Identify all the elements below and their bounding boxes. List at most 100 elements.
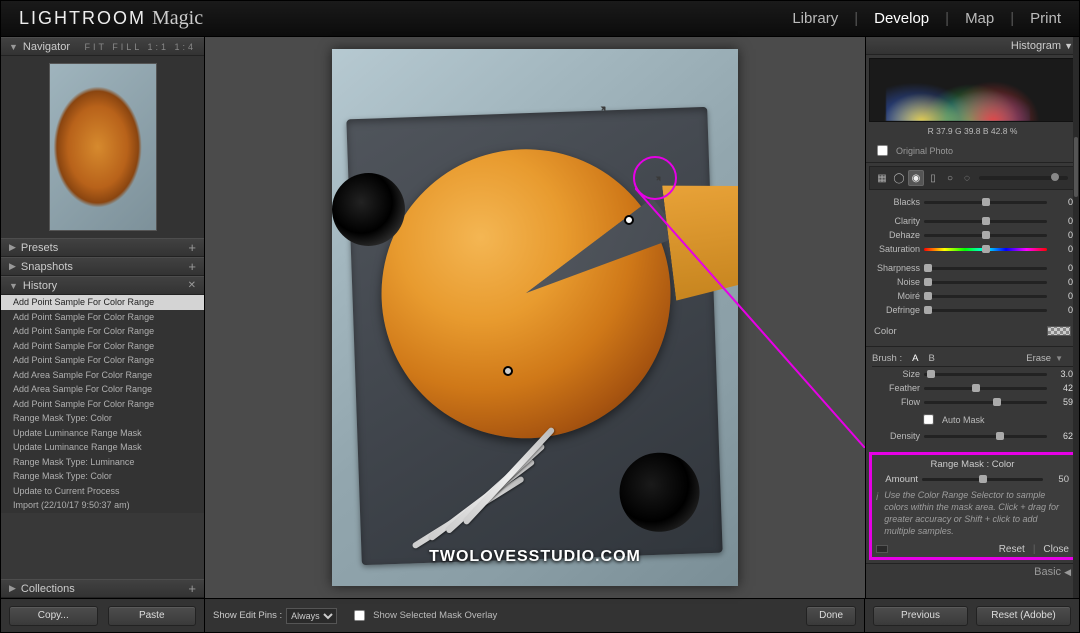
presets-header[interactable]: ▶ Presets +: [1, 238, 204, 257]
history-item[interactable]: Add Area Sample For Color Range: [1, 382, 204, 397]
history-item[interactable]: Range Mask Type: Color: [1, 411, 204, 426]
brush-erase-tab[interactable]: Erase: [1026, 353, 1051, 364]
history-item[interactable]: Add Point Sample For Color Range: [1, 324, 204, 339]
history-item[interactable]: Add Area Sample For Color Range: [1, 368, 204, 383]
module-library[interactable]: Library: [792, 10, 838, 27]
module-print[interactable]: Print: [1030, 10, 1061, 27]
sharpness-slider[interactable]: Sharpness0: [872, 261, 1073, 275]
snapshots-title: Snapshots: [21, 261, 73, 273]
range-color-swatch[interactable]: [876, 545, 888, 553]
navigator-header[interactable]: ▼ Navigator FIT FILL 1:1 1:4: [1, 37, 204, 56]
show-overlay-checkbox[interactable]: Show Selected Mask Overlay: [349, 606, 497, 625]
original-photo-checkbox[interactable]: [877, 145, 888, 156]
moire-slider[interactable]: Moiré0: [872, 289, 1073, 303]
color-sample-icon[interactable]: [601, 105, 608, 112]
history-item[interactable]: Add Point Sample For Color Range: [1, 339, 204, 354]
history-list: Add Point Sample For Color Range Add Poi…: [1, 295, 204, 513]
tool-density-slider[interactable]: [979, 176, 1068, 180]
original-photo-toggle[interactable]: Original Photo: [866, 139, 1079, 163]
history-item[interactable]: Range Mask Type: Color: [1, 469, 204, 484]
spot-tool-icon[interactable]: ◯: [891, 170, 907, 186]
blacks-slider[interactable]: Blacks0: [872, 195, 1073, 209]
mask-toolbar: ▦ ◯ ◉ ▯ ○ ◌: [869, 166, 1076, 190]
auto-mask-checkbox[interactable]: Auto Mask: [918, 410, 1073, 429]
histogram-header[interactable]: Histogram ▼: [866, 37, 1079, 55]
crop-tool-icon[interactable]: ▦: [874, 170, 890, 186]
disclosure-triangle-icon: ▶: [9, 242, 16, 253]
right-scrollbar[interactable]: [1073, 37, 1079, 598]
add-collection-icon[interactable]: +: [188, 581, 196, 596]
histogram[interactable]: [869, 58, 1076, 122]
brush-b-tab[interactable]: B: [928, 353, 934, 364]
range-mask-panel: Range Mask : Color Amount 50 i Use the C…: [869, 452, 1076, 560]
redeye-tool-icon[interactable]: ◉: [908, 170, 924, 186]
module-develop[interactable]: Develop: [874, 10, 929, 27]
history-item[interactable]: Add Point Sample For Color Range: [1, 397, 204, 412]
module-picker: Library| Develop| Map| Print: [792, 10, 1061, 27]
disclosure-triangle-icon: ▶: [9, 583, 16, 594]
history-item[interactable]: Update to Current Process: [1, 484, 204, 499]
radial-tool-icon[interactable]: ○: [942, 170, 958, 186]
color-picker-row[interactable]: Color: [872, 322, 1073, 340]
right-panel: Histogram ▼ R 37.9 G 39.8 B 42.8 % Origi…: [865, 37, 1079, 598]
navigator-modes[interactable]: FIT FILL 1:1 1:4: [84, 42, 196, 52]
history-item[interactable]: Range Mask Type: Luminance: [1, 455, 204, 470]
photo-preview[interactable]: [332, 49, 738, 586]
presets-title: Presets: [21, 242, 58, 254]
brush-feather-slider[interactable]: Feather42: [872, 381, 1073, 395]
navigator-thumbnail[interactable]: [1, 56, 204, 238]
brush-density-slider[interactable]: Density62: [872, 429, 1073, 443]
done-button[interactable]: Done: [806, 606, 856, 626]
top-bar: LIGHTROOM Magic Library| Develop| Map| P…: [1, 1, 1079, 37]
previous-button[interactable]: Previous: [873, 606, 968, 626]
range-close-button[interactable]: Close: [1043, 544, 1069, 555]
range-mask-title[interactable]: Range Mask : Color: [876, 459, 1069, 470]
brush-a-tab[interactable]: A: [912, 353, 918, 364]
history-header[interactable]: ▼ History ✕: [1, 276, 204, 295]
clear-history-icon[interactable]: ✕: [188, 280, 196, 291]
show-pins-select[interactable]: Always: [286, 608, 337, 624]
history-item[interactable]: Add Point Sample For Color Range: [1, 310, 204, 325]
defringe-slider[interactable]: Defringe0: [872, 303, 1073, 317]
snapshots-header[interactable]: ▶ Snapshots +: [1, 257, 204, 276]
add-snapshot-icon[interactable]: +: [188, 259, 196, 274]
info-icon: i: [876, 491, 878, 538]
clarity-slider[interactable]: Clarity0: [872, 214, 1073, 228]
navigator-title: Navigator: [23, 41, 70, 53]
app-logo: LIGHTROOM Magic: [19, 7, 203, 30]
history-title: History: [23, 280, 57, 292]
brush-flow-slider[interactable]: Flow59: [872, 395, 1073, 409]
range-amount-slider[interactable]: Amount 50: [876, 474, 1069, 485]
paste-button[interactable]: Paste: [108, 606, 197, 626]
add-preset-icon[interactable]: +: [188, 240, 196, 255]
color-swatch-icon[interactable]: [1047, 326, 1071, 336]
disclosure-triangle-icon: ▼: [9, 281, 18, 291]
dehaze-slider[interactable]: Dehaze0: [872, 228, 1073, 242]
color-sample-icon[interactable]: [656, 175, 663, 182]
left-panel: ▼ Navigator FIT FILL 1:1 1:4 ▶ Presets +…: [1, 37, 205, 598]
basic-panel-header[interactable]: Basic ◀: [866, 563, 1079, 581]
photo-forks: [401, 424, 578, 528]
brush-tool-icon[interactable]: ◌: [959, 170, 975, 186]
module-map[interactable]: Map: [965, 10, 994, 27]
reset-button[interactable]: Reset (Adobe): [976, 606, 1071, 626]
disclosure-triangle-icon: ▶: [9, 261, 16, 272]
noise-slider[interactable]: Noise0: [872, 275, 1073, 289]
saturation-slider[interactable]: Saturation0: [872, 242, 1073, 256]
show-pins-label: Show Edit Pins :: [213, 610, 282, 621]
history-item[interactable]: Add Point Sample For Color Range: [1, 353, 204, 368]
graduated-tool-icon[interactable]: ▯: [925, 170, 941, 186]
range-reset-button[interactable]: Reset: [999, 544, 1025, 555]
adjustment-pin[interactable]: [503, 366, 513, 376]
brush-tabs: Brush : A B Erase ▼: [872, 351, 1073, 367]
brush-size-slider[interactable]: Size3.0: [872, 367, 1073, 381]
history-item[interactable]: Update Luminance Range Mask: [1, 440, 204, 455]
photo-tray: [347, 107, 724, 565]
collections-header[interactable]: ▶ Collections +: [1, 579, 204, 598]
history-item[interactable]: Add Point Sample For Color Range: [1, 295, 204, 310]
history-item[interactable]: Import (22/10/17 9:50:37 am): [1, 498, 204, 513]
history-item[interactable]: Update Luminance Range Mask: [1, 426, 204, 441]
copy-button[interactable]: Copy...: [9, 606, 98, 626]
disclosure-triangle-icon[interactable]: ▼: [1055, 354, 1063, 363]
brand-sub: Magic: [152, 7, 203, 30]
